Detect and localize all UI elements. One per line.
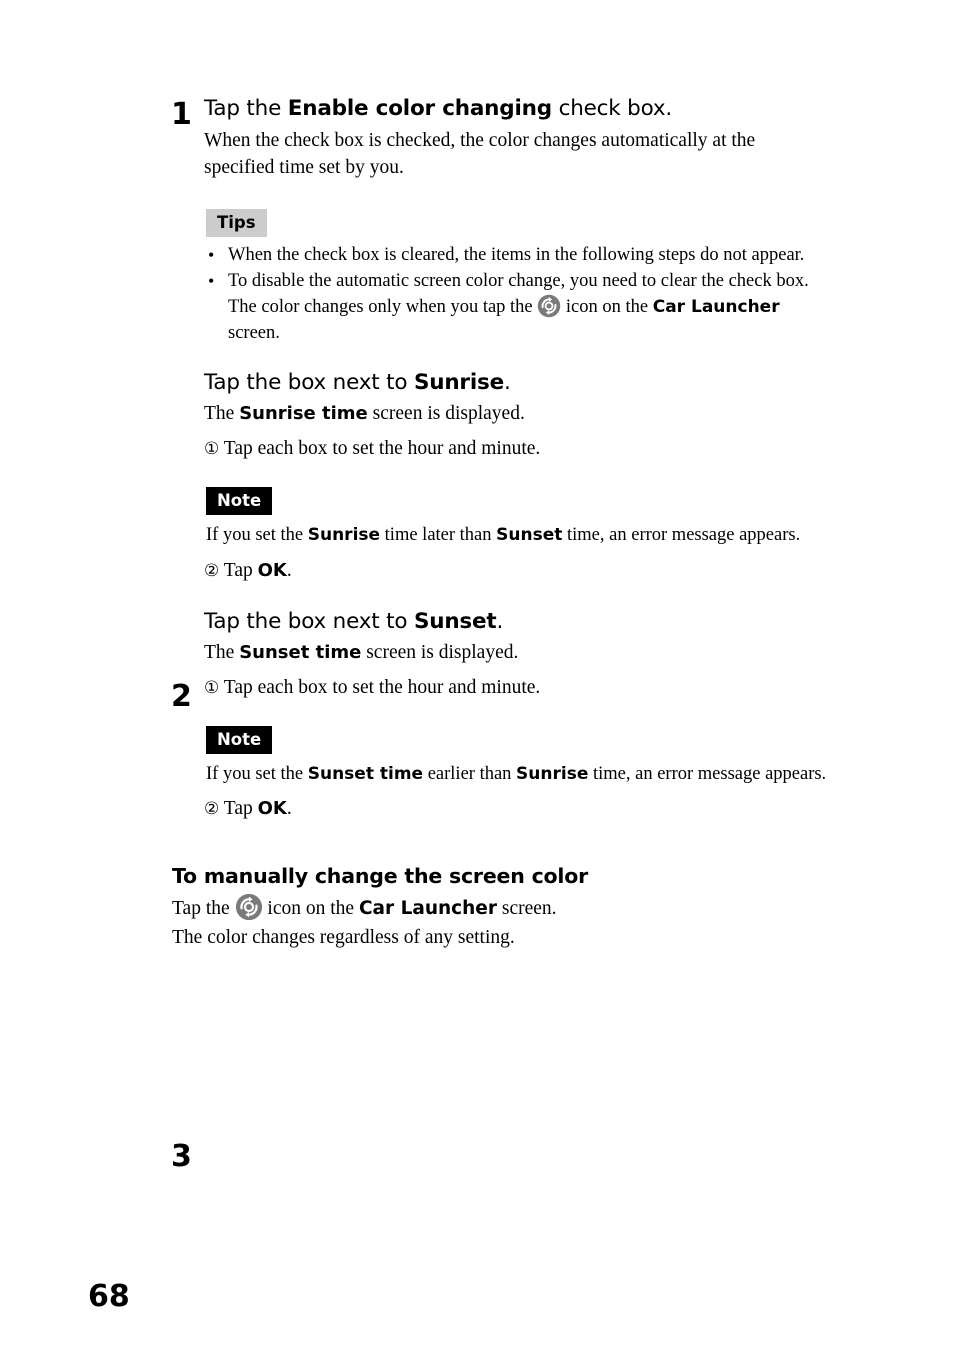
step-2-title-pre: Tap the box next to (204, 370, 414, 395)
step-1-number: 1 (171, 97, 192, 132)
step-3-substep-2-pre: Tap (219, 798, 258, 819)
note-badge: Note (206, 487, 273, 515)
step-3-substep-2-emphasis: OK (257, 798, 287, 819)
bullet-icon: • (208, 270, 215, 291)
manual-section-heading: To manually change the screen color (172, 864, 589, 888)
step-1-body: When the check box is checked, the color… (204, 130, 756, 178)
manual-line-1-mid: icon on the (262, 898, 359, 919)
step-3-number: 3 (171, 1138, 192, 1174)
step-3-body-pre: The (204, 641, 240, 663)
step-2: 2 Tap the box next to Sunrise. The Sunri… (0, 346, 954, 712)
tips-item-2-line2-pre: The color changes only when you tap the (228, 297, 538, 317)
circled-number-1-icon: ① (204, 439, 220, 459)
step-3-substep-1-text: Tap each box to set the hour and minute. (219, 676, 541, 698)
note-sunrise-text: If you set the Sunrise time later than S… (206, 523, 834, 549)
step-3-body-post: screen is displayed. (361, 641, 519, 663)
step-2-substep-2-pre: Tap (219, 559, 258, 581)
step-2-substep-2-post: . (286, 559, 292, 581)
step-2-substep-1: ① Tap each box to set the hour and minut… (204, 435, 834, 463)
tips-list-item: • When the check box is cleared, the ite… (206, 243, 834, 269)
step-3-substep-1: ① Tap each box to set the hour and minut… (204, 674, 834, 702)
step-2-title: Tap the box next to Sunrise. (204, 370, 814, 396)
note-sunrise-callout: Note If you set the Sunrise time later t… (206, 487, 834, 549)
step-2-substep-2-emphasis: OK (257, 559, 287, 581)
step-1-title-post: check box. (551, 96, 673, 121)
note-sunrise-post: time, an error message appears. (562, 525, 801, 545)
manual-section-line-1: Tap the icon on the Car Launcher screen. (172, 893, 834, 923)
step-1-title: Tap the Enable color changing check box. (204, 96, 814, 122)
tips-item-2-line2-post: screen. (228, 322, 280, 343)
bullet-icon: • (208, 245, 215, 265)
step-1-title-emphasis: Enable color changing (287, 96, 552, 121)
tips-item-1-text: When the check box is cleared, the items… (228, 245, 805, 265)
note-sunset-emphasis-1: Sunset time (307, 763, 424, 784)
note-sunrise-mid: time later than (380, 525, 497, 545)
step-1-title-pre: Tap the (204, 96, 288, 121)
manual-line-1-post: screen. (496, 898, 557, 919)
step-2-title-emphasis: Sunrise (413, 370, 504, 395)
tips-badge: Tips (206, 209, 267, 237)
note-sunrise-pre: If you set the (206, 525, 308, 545)
step-3-title-post: . (496, 608, 504, 634)
note-sunset-post: time, an error message appears. (588, 763, 827, 784)
note-sunset-emphasis-2: Sunrise (516, 763, 589, 784)
step-2-body-pre: The (204, 403, 240, 424)
step-3-substep-2: ② Tap OK. (204, 795, 834, 823)
note-sunrise-emphasis-1: Sunrise (307, 525, 381, 545)
step-3-body: The Sunset time screen is displayed. (204, 639, 814, 666)
manual-page: 1 Tap the Enable color changing check bo… (0, 0, 954, 1352)
step-2-substep-2: ② Tap OK. (204, 557, 834, 585)
step-3-body-emphasis: Sunset time (239, 641, 362, 663)
step-2-body: The Sunrise time screen is displayed. (204, 400, 814, 427)
step-3-substep-2-post: . (286, 798, 292, 819)
note-sunrise-emphasis-2: Sunset (496, 525, 563, 545)
circled-number-1-icon: ① (204, 677, 220, 698)
manual-line-1-emphasis: Car Launcher (358, 898, 497, 919)
tips-item-2-line1: To disable the automatic screen color ch… (228, 270, 809, 291)
circled-number-2-icon: ② (204, 560, 220, 581)
step-2-substep-1-text: Tap each box to set the hour and minute. (219, 438, 541, 459)
step-2-body-emphasis: Sunrise time (239, 403, 368, 424)
step-3-title-emphasis: Sunset (413, 608, 497, 634)
tips-item-2-line2-emphasis: Car Launcher (652, 297, 780, 317)
step-1: 1 Tap the Enable color changing check bo… (0, 0, 954, 181)
page-number: 68 (88, 1279, 130, 1314)
manual-line-1-pre: Tap the (172, 898, 235, 919)
rotate-color-icon (235, 893, 263, 921)
tips-list: • When the check box is cleared, the ite… (206, 243, 834, 346)
tips-list-item: • To disable the automatic screen color … (206, 269, 834, 347)
circled-number-2-icon: ② (204, 799, 220, 819)
manual-section-line-2: The color changes regardless of any sett… (172, 927, 515, 948)
step-3-title: Tap the box next to Sunset. (204, 609, 814, 635)
note-sunset-text: If you set the Sunset time earlier than … (206, 762, 834, 788)
note-sunset-callout: Note If you set the Sunset time earlier … (206, 725, 834, 788)
tips-item-2-line2-mid: icon on the (561, 297, 653, 317)
tips-callout: Tips • When the check box is cleared, th… (206, 209, 834, 346)
step-3-title-pre: Tap the box next to (204, 608, 414, 634)
rotate-color-icon (537, 294, 561, 318)
note-badge: Note (206, 725, 273, 754)
step-2-body-post: screen is displayed. (367, 403, 525, 424)
step-2-title-post: . (504, 370, 511, 395)
step-3: 3 Tap the box next to Sunset. The Sunset… (0, 585, 954, 1172)
note-sunset-mid: earlier than (423, 763, 517, 784)
note-sunset-pre: If you set the (206, 763, 308, 784)
